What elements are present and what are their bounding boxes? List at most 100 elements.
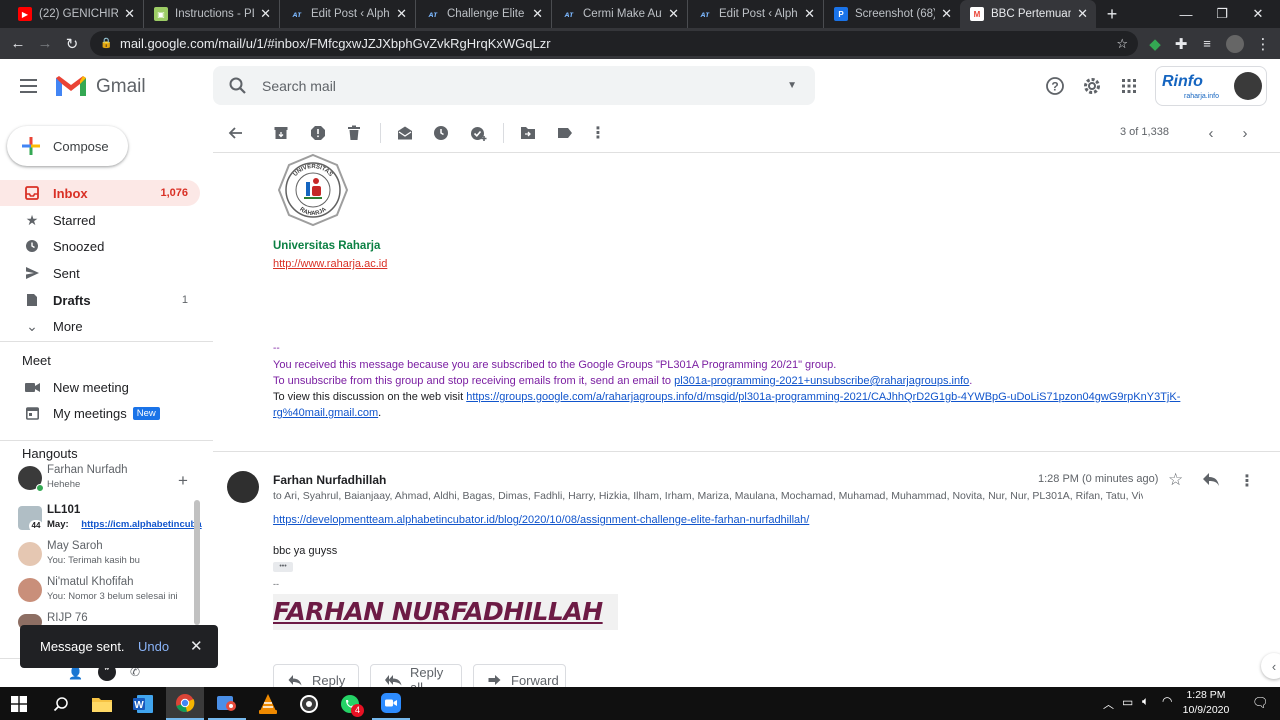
- hangout-contact[interactable]: May Saroh You: Terimah kasih bu: [18, 540, 198, 572]
- browser-tab-1[interactable]: ▶ (22) GENICHIRO D ✕: [8, 0, 144, 28]
- clock-time[interactable]: 1:28 PM: [1178, 689, 1234, 701]
- clock-date[interactable]: 10/9/2020: [1178, 704, 1234, 716]
- account-switcher[interactable]: Rinfo raharja.info: [1155, 66, 1267, 106]
- nav-snoozed[interactable]: Snoozed: [0, 233, 200, 259]
- hangout-contact[interactable]: 44 LL101 May: https://icm.alphabetincuba: [18, 504, 202, 536]
- settings-gear-icon[interactable]: [1082, 76, 1102, 96]
- sender-avatar[interactable]: [227, 471, 259, 503]
- recipients-line[interactable]: to Ari, Syahrul, Baianjaay, Ahmad, Aldhi…: [273, 490, 1143, 502]
- side-panel-toggle-icon[interactable]: ‹: [1261, 653, 1280, 679]
- sender-name[interactable]: Farhan Nurfadhillah: [273, 473, 386, 487]
- close-tab-icon[interactable]: ✕: [396, 6, 407, 22]
- contact-last-message[interactable]: https://icm.alphabetincuba: [81, 519, 201, 530]
- action-center-icon[interactable]: 🗨︎: [1252, 695, 1269, 711]
- more-options-icon[interactable]: ⋮: [588, 123, 608, 143]
- star-message-icon[interactable]: ☆: [1168, 470, 1183, 490]
- add-hangout-icon[interactable]: +: [178, 471, 188, 491]
- close-tab-icon[interactable]: ✕: [668, 6, 679, 22]
- browser-tab-7[interactable]: P Screenshot (68) — ✕: [824, 0, 960, 28]
- battery-icon[interactable]: ▭: [1122, 695, 1133, 709]
- back-to-inbox-icon[interactable]: [225, 123, 245, 143]
- close-tab-icon[interactable]: ✕: [532, 6, 543, 22]
- compose-button[interactable]: Compose: [7, 126, 128, 166]
- word-icon[interactable]: W: [124, 687, 162, 720]
- browser-tab-active[interactable]: M BBC Pertemuan 4 - ✕: [960, 0, 1096, 28]
- close-tab-icon[interactable]: ✕: [260, 6, 271, 22]
- reply-all-button[interactable]: Reply all: [370, 664, 462, 687]
- move-to-icon[interactable]: [518, 123, 538, 143]
- mark-unread-icon[interactable]: [395, 123, 415, 143]
- reply-button[interactable]: Reply: [273, 664, 359, 687]
- account-avatar[interactable]: [1234, 72, 1262, 100]
- meet-my-meetings[interactable]: My meetings New: [0, 400, 200, 426]
- discussion-web-link[interactable]: https://groups.google.com/a/raharjagroup…: [466, 391, 1180, 403]
- extension-icon[interactable]: ◆: [1142, 28, 1168, 59]
- windows-search-icon[interactable]: [42, 687, 80, 720]
- label-icon[interactable]: [555, 123, 575, 143]
- snooze-icon[interactable]: [431, 123, 451, 143]
- nav-inbox[interactable]: Inbox 1,076: [0, 180, 200, 206]
- browser-tab-5[interactable]: ᴀᴛ Cermi Make Auth I ✕: [552, 0, 688, 28]
- file-explorer-icon[interactable]: [83, 687, 121, 720]
- meet-new-meeting[interactable]: New meeting: [0, 374, 200, 400]
- nav-starred[interactable]: ★ Starred: [0, 207, 200, 233]
- show-hidden-icons-icon[interactable]: ︿: [1103, 696, 1114, 712]
- archive-icon[interactable]: [271, 123, 291, 143]
- browser-tab-3[interactable]: ᴀᴛ Edit Post ‹ Alphabe ✕: [280, 0, 416, 28]
- close-toast-icon[interactable]: ✕: [190, 637, 203, 655]
- unsubscribe-email-link[interactable]: pl301a-programming-2021+unsubscribe@raha…: [674, 375, 969, 387]
- obs-recorder-icon[interactable]: [290, 687, 328, 720]
- search-options-icon[interactable]: ▼: [787, 80, 797, 91]
- nav-sent[interactable]: Sent: [0, 260, 200, 286]
- zoom-icon[interactable]: [372, 687, 410, 720]
- extensions-puzzle-icon[interactable]: ✚: [1168, 28, 1194, 59]
- close-tab-icon[interactable]: ✕: [804, 6, 815, 22]
- browser-menu-icon[interactable]: ⋮: [1250, 28, 1276, 59]
- bookmark-star-icon[interactable]: ☆: [1116, 36, 1128, 52]
- whatsapp-icon[interactable]: 4: [331, 687, 369, 720]
- volume-icon[interactable]: 🔈︎: [1142, 694, 1149, 709]
- report-spam-icon[interactable]: [308, 123, 328, 143]
- reload-icon[interactable]: ↻: [59, 28, 85, 59]
- close-tab-icon[interactable]: ✕: [941, 6, 952, 22]
- newer-message-icon[interactable]: ‹: [1201, 123, 1221, 143]
- forward-icon[interactable]: →: [32, 28, 58, 59]
- older-message-icon[interactable]: ›: [1235, 123, 1255, 143]
- close-tab-icon[interactable]: ✕: [124, 6, 135, 22]
- apps-grid-icon[interactable]: [1119, 76, 1139, 96]
- main-menu-icon[interactable]: [18, 76, 40, 96]
- forward-button[interactable]: Forward: [473, 664, 566, 687]
- nav-more[interactable]: ⌄ More: [0, 313, 200, 339]
- profile-avatar-icon[interactable]: [1222, 28, 1248, 59]
- hangouts-scrollbar[interactable]: [194, 500, 200, 625]
- undo-button[interactable]: Undo: [138, 639, 169, 654]
- wifi-icon[interactable]: ◠: [1162, 694, 1172, 708]
- nav-drafts[interactable]: Drafts 1: [0, 287, 200, 313]
- gmail-logo-icon[interactable]: [54, 74, 88, 98]
- message-more-icon[interactable]: ⋮: [1239, 471, 1255, 491]
- reply-icon[interactable]: [1202, 471, 1220, 489]
- discussion-web-link-cont[interactable]: rg%40mail.gmail.com: [273, 407, 378, 419]
- chrome-icon[interactable]: [166, 687, 204, 720]
- close-window-icon[interactable]: ✕: [1236, 0, 1280, 28]
- delete-icon[interactable]: [344, 123, 364, 143]
- back-icon[interactable]: ←: [5, 28, 31, 59]
- new-tab-icon[interactable]: +: [1096, 0, 1128, 28]
- windows-start-icon[interactable]: [0, 687, 38, 720]
- snipping-tool-icon[interactable]: [208, 687, 246, 720]
- media-control-icon[interactable]: ≡: [1194, 28, 1220, 59]
- person-icon[interactable]: 👤: [68, 666, 83, 680]
- browser-tab-2[interactable]: ▣ Instructions - PL30 ✕: [144, 0, 280, 28]
- blog-post-link[interactable]: https://developmentteam.alphabetincubato…: [273, 514, 809, 526]
- vlc-icon[interactable]: [249, 687, 287, 720]
- search-icon[interactable]: [228, 76, 248, 96]
- university-link[interactable]: http://www.raharja.ac.id: [273, 258, 387, 270]
- show-trimmed-content-button[interactable]: •••: [273, 562, 293, 572]
- address-bar[interactable]: 🔒 mail.google.com/mail/u/1/#inbox/FMfcgx…: [90, 31, 1138, 56]
- search-bar[interactable]: Search mail ▼: [213, 66, 815, 105]
- help-icon[interactable]: ?: [1045, 76, 1065, 96]
- add-to-tasks-icon[interactable]: [468, 123, 488, 143]
- browser-tab-6[interactable]: ᴀᴛ Edit Post ‹ Alphab ✕: [688, 0, 824, 28]
- hangout-contact[interactable]: Farhan Nurfadh Hehehe: [18, 464, 198, 496]
- close-tab-icon[interactable]: ✕: [1077, 6, 1088, 22]
